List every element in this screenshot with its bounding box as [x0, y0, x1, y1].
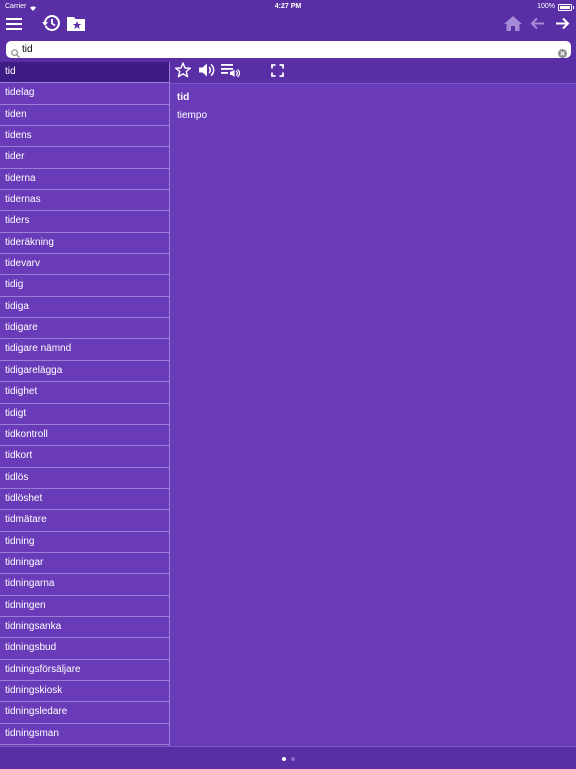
word-list-item[interactable]: tidningskiosk [0, 681, 169, 703]
word-list-item[interactable]: tidningsanka [0, 617, 169, 639]
clear-icon [558, 49, 567, 58]
word-list-item[interactable]: tiderna [0, 169, 169, 191]
word-list-item[interactable]: tidningarna [0, 574, 169, 596]
entry-toolbar [170, 62, 576, 84]
playlist-audio-icon [221, 62, 241, 83]
favorites-button[interactable] [66, 13, 86, 38]
history-button[interactable] [40, 13, 62, 38]
entry-translation: tiempo [177, 110, 208, 121]
bottom-bar [0, 746, 576, 769]
word-list-item[interactable]: tidigarelägga [0, 361, 169, 383]
word-list-item[interactable]: tidiga [0, 297, 169, 319]
entry-detail-pane: tid tiempo [170, 62, 576, 746]
top-toolbar [0, 13, 576, 38]
word-list-item[interactable]: tidelag [0, 83, 169, 105]
speaker-icon [198, 62, 216, 83]
fullscreen-icon [271, 63, 284, 82]
word-list-item[interactable]: tidigt [0, 404, 169, 425]
word-list-item[interactable]: tidkontroll [0, 425, 169, 447]
search-bar [0, 38, 576, 63]
word-list-item[interactable]: tidningsförsäljare [0, 660, 169, 681]
word-list-item[interactable]: tiden [0, 105, 169, 127]
word-list-item[interactable]: tidlös [0, 468, 169, 489]
page-dot[interactable] [291, 757, 295, 761]
pronounce-button[interactable] [198, 62, 216, 83]
word-list-item[interactable]: tidlöshet [0, 489, 169, 511]
arrow-right-icon [555, 17, 570, 35]
page-dot[interactable] [282, 757, 286, 761]
hamburger-icon [6, 17, 22, 35]
word-list-item[interactable]: tider [0, 147, 169, 169]
word-list-item[interactable]: tidernas [0, 190, 169, 212]
favorite-button[interactable] [174, 62, 192, 83]
word-list-item[interactable]: tidig [0, 275, 169, 297]
word-list-item[interactable]: tidningar [0, 553, 169, 575]
clear-search-button[interactable] [558, 45, 567, 63]
word-list-item[interactable]: tidningsbud [0, 638, 169, 660]
word-list-item[interactable]: tidmätare [0, 510, 169, 532]
entry-headword: tid [177, 92, 190, 103]
forward-button[interactable] [553, 13, 571, 38]
star-folder-icon [67, 16, 85, 36]
star-outline-icon [174, 62, 192, 83]
read-aloud-button[interactable] [221, 62, 241, 83]
word-list-item[interactable]: tideräkning [0, 233, 169, 255]
word-list-item[interactable]: tidighet [0, 382, 169, 404]
word-list-item[interactable]: tidevarv [0, 254, 169, 276]
arrow-left-icon [530, 17, 545, 35]
word-list-item[interactable]: tidningen [0, 596, 169, 617]
menu-button[interactable] [4, 13, 24, 38]
word-list-item[interactable]: tidigare [0, 318, 169, 340]
word-list[interactable]: tid tidelag tiden tidens tider tiderna tiderna… [0, 62, 170, 746]
word-list-item[interactable]: tiders [0, 211, 169, 233]
word-list-item[interactable]: tid [0, 62, 169, 84]
home-icon [504, 15, 522, 36]
home-button[interactable] [503, 13, 523, 38]
search-icon [11, 45, 20, 63]
battery-percentage: 100% [537, 3, 555, 10]
word-list-item[interactable]: tidens [0, 126, 169, 148]
battery-icon [558, 4, 574, 11]
search-box[interactable] [6, 41, 571, 58]
word-list-item[interactable]: tidigare nämnd [0, 339, 169, 361]
word-list-item[interactable]: tidningsman [0, 724, 169, 745]
word-list-item[interactable]: tidningsledare [0, 702, 169, 724]
status-bar: Carrier 4:27 PM 100% [0, 0, 576, 13]
word-list-item[interactable]: tidkort [0, 446, 169, 468]
word-list-item[interactable]: tidning [0, 532, 169, 553]
clock: 4:27 PM [274, 3, 302, 10]
back-button[interactable] [528, 13, 546, 38]
fullscreen-button[interactable] [271, 63, 284, 82]
search-input[interactable] [22, 41, 542, 58]
history-icon [41, 14, 61, 37]
